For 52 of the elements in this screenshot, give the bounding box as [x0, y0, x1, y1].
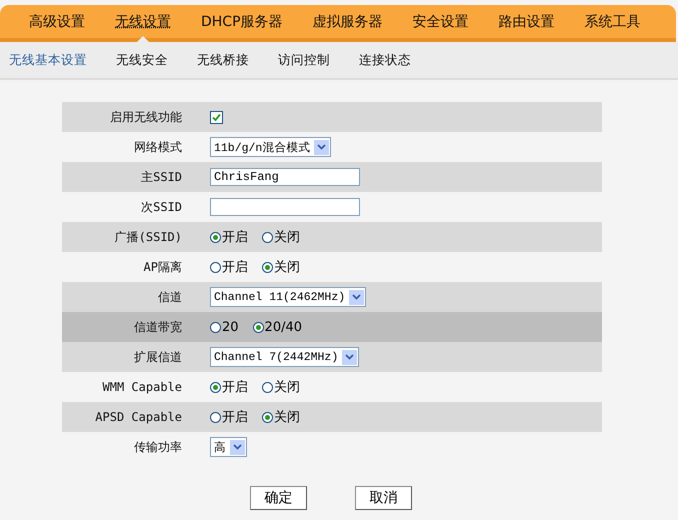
checkbox[interactable] — [210, 110, 223, 124]
field-label: AP隔离 — [142, 258, 182, 276]
radio-button[interactable] — [252, 322, 264, 332]
field-label: 传输功率 — [133, 438, 182, 456]
radio-button[interactable] — [262, 262, 273, 272]
radio-button[interactable] — [262, 382, 273, 392]
nav-tab[interactable]: 系统工具 — [570, 5, 656, 42]
nav-tab[interactable]: DHCP服务器 — [186, 5, 298, 42]
radio-button[interactable] — [210, 412, 221, 422]
field-label: APSD Capable — [94, 410, 182, 424]
radio-button[interactable] — [210, 382, 221, 392]
field-label: 启用无线功能 — [109, 108, 182, 126]
radio-button[interactable] — [262, 232, 273, 242]
radio-label: 20 — [222, 320, 239, 334]
radio-button[interactable] — [210, 232, 221, 242]
form-button[interactable]: 确定 — [250, 486, 307, 510]
radio-label: 开启 — [222, 229, 248, 246]
radio-label: 20/40 — [264, 320, 302, 334]
sub-nav-tab[interactable]: 连接状态 — [359, 52, 411, 68]
nav-tab[interactable]: 路由设置 — [484, 5, 570, 42]
form-button[interactable]: 取消 — [355, 486, 412, 510]
sub-nav-tab[interactable]: 无线桥接 — [197, 52, 249, 68]
radio-label: 开启 — [222, 379, 248, 396]
sub-nav-tab[interactable]: 无线安全 — [116, 52, 168, 68]
field-label: WMM Capable — [102, 380, 182, 394]
field-label: 广播(SSID) — [114, 228, 182, 246]
radio-button[interactable] — [262, 412, 273, 422]
dropdown[interactable]: 11b/g/n混合模式 — [210, 137, 332, 157]
field-label: 次SSID — [140, 198, 182, 216]
radio-label: 开启 — [222, 259, 248, 276]
dropdown[interactable]: 高 — [210, 437, 247, 457]
radio-label: 开启 — [222, 409, 248, 426]
dropdown[interactable]: Channel 7(2442MHz) — [210, 347, 360, 367]
field-label: 信道 — [157, 288, 182, 306]
dropdown[interactable]: Channel 11(2462MHz) — [210, 287, 366, 307]
field-label: 信道带宽 — [133, 318, 182, 336]
field-label: 网络模式 — [133, 138, 182, 156]
text-field[interactable] — [210, 198, 360, 216]
radio-label: 关闭 — [274, 379, 300, 396]
radio-label: 关闭 — [274, 259, 300, 276]
radio-button[interactable] — [210, 262, 221, 272]
field-label: 扩展信道 — [133, 348, 182, 366]
nav-tab[interactable]: 虚拟服务器 — [298, 5, 398, 42]
sub-nav-tab[interactable]: 访问控制 — [278, 52, 330, 68]
radio-label: 关闭 — [274, 229, 300, 246]
field-label: 主SSID — [140, 168, 182, 186]
radio-label: 关闭 — [274, 409, 300, 426]
sub-nav-tab[interactable]: 无线基本设置 — [9, 52, 87, 68]
nav-tab[interactable]: 高级设置 — [14, 5, 100, 42]
text-field[interactable]: ChrisFang — [210, 168, 360, 186]
nav-tab[interactable]: 安全设置 — [398, 5, 484, 42]
radio-button[interactable] — [210, 322, 221, 332]
